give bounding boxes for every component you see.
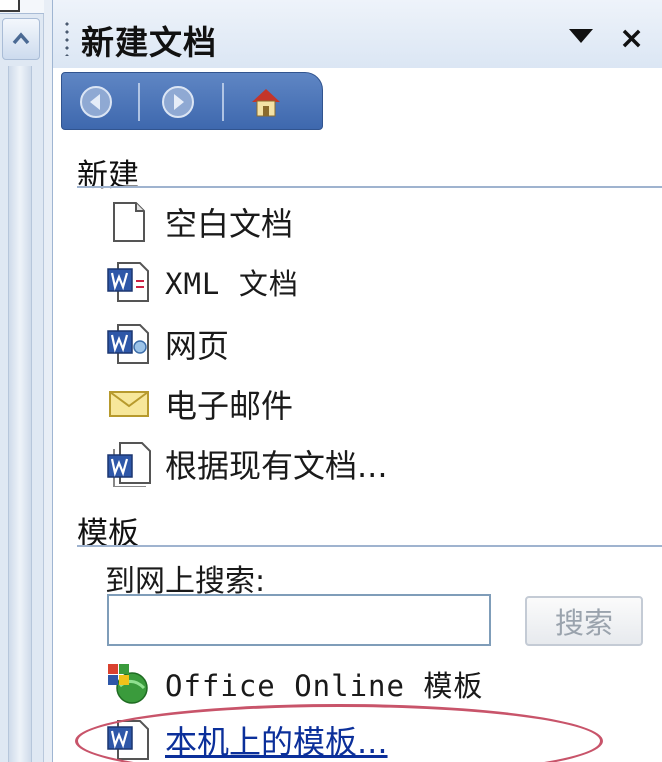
new-document-task-pane: 新建文档 × 新建 空白文档 XML 文档 网页 电子邮件 根据现有文档... … — [52, 0, 662, 762]
item-label: 根据现有文档... — [165, 447, 388, 485]
task-pane-header: 新建文档 × — [53, 0, 662, 68]
web-page-icon — [105, 320, 153, 368]
close-icon[interactable]: × — [619, 24, 644, 54]
item-label: 网页 — [165, 327, 230, 365]
toolbar-separator — [222, 83, 224, 121]
scroll-up-button[interactable] — [2, 18, 40, 60]
office-online-templates[interactable]: Office Online 模板 — [105, 658, 483, 710]
pane-title: 新建文档 — [81, 23, 217, 62]
xml-document-icon — [105, 258, 153, 306]
blank-document-icon — [105, 198, 153, 246]
document-edge — [0, 0, 20, 12]
home-icon — [252, 89, 280, 117]
template-search-input[interactable] — [107, 594, 491, 646]
forward-button[interactable] — [158, 82, 198, 122]
existing-document-icon — [105, 440, 153, 488]
item-label: 本机上的模板... — [165, 723, 388, 761]
forward-arrow-icon — [162, 86, 194, 118]
drag-grip-icon[interactable] — [65, 20, 69, 56]
new-web-page[interactable]: 网页 — [105, 318, 229, 370]
new-email[interactable]: 电子邮件 — [105, 378, 293, 430]
scroll-track[interactable] — [8, 66, 32, 762]
local-template-icon — [105, 716, 153, 762]
item-label: 空白文档 — [165, 205, 294, 243]
navigation-toolbar — [61, 72, 323, 130]
item-label: Office Online 模板 — [165, 669, 484, 703]
toolbar-separator — [138, 83, 140, 121]
office-online-icon — [105, 660, 153, 708]
dropdown-arrow-icon[interactable] — [568, 28, 594, 44]
scrollbar-corner — [0, 0, 44, 14]
search-button[interactable]: 搜索 — [525, 596, 643, 646]
email-envelope-icon — [105, 380, 153, 428]
new-xml-document[interactable]: XML 文档 — [105, 256, 299, 308]
local-templates[interactable]: 本机上的模板... — [105, 714, 388, 762]
section-divider — [77, 186, 662, 188]
section-divider — [77, 545, 662, 547]
vertical-scrollbar[interactable] — [0, 0, 44, 762]
home-button[interactable] — [246, 82, 286, 122]
item-label: 电子邮件 — [165, 387, 294, 425]
back-button[interactable] — [76, 82, 116, 122]
back-arrow-icon — [80, 86, 112, 118]
new-blank-document[interactable]: 空白文档 — [105, 196, 293, 248]
new-from-existing-document[interactable]: 根据现有文档... — [105, 438, 388, 490]
item-label: XML 文档 — [165, 267, 299, 301]
chevron-up-icon — [12, 32, 30, 45]
section-header-new: 新建 — [77, 158, 139, 194]
